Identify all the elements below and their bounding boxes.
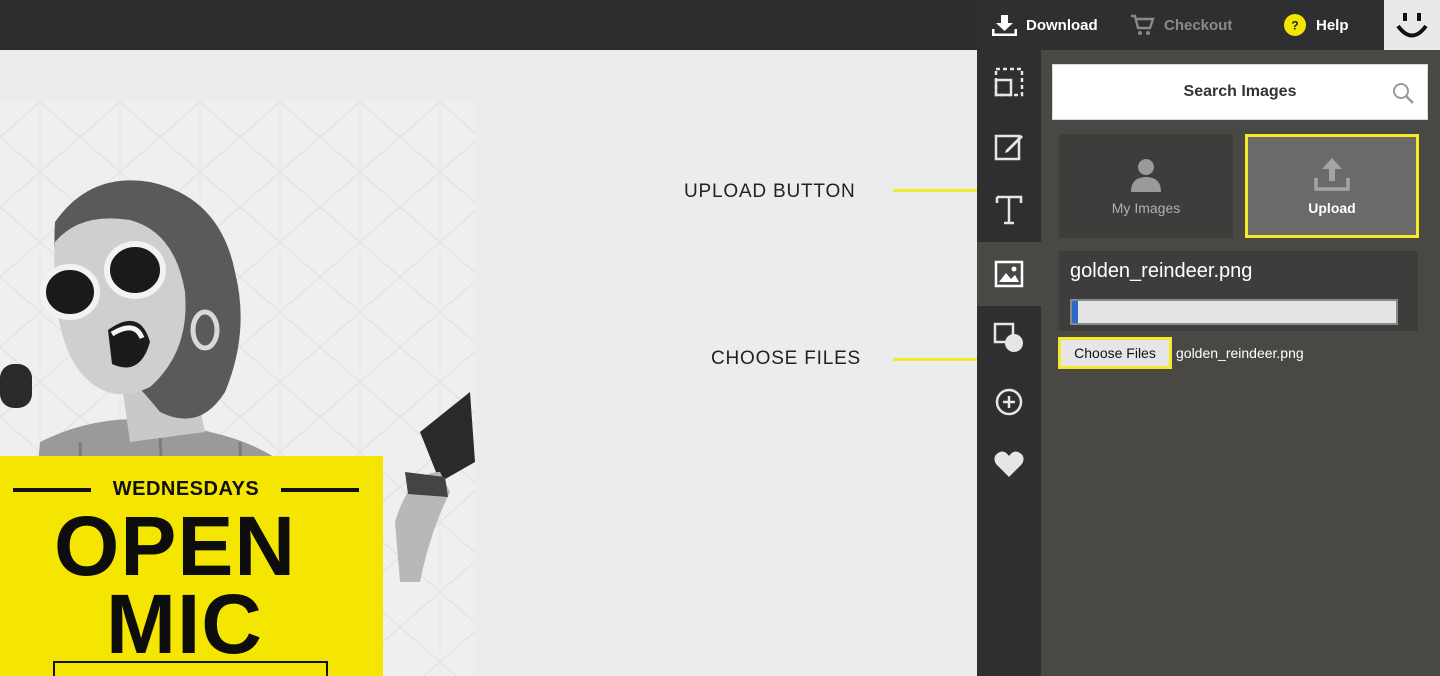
upload-progress-fill <box>1072 301 1079 323</box>
poster-title-line2: MIC <box>106 577 263 671</box>
help-label: Help <box>1316 16 1349 34</box>
edit-icon <box>994 134 1023 161</box>
search-images-input[interactable]: Search Images <box>1052 64 1428 120</box>
upload-icon <box>1314 158 1350 191</box>
cart-icon <box>1131 14 1155 35</box>
poster-footer-box: REGISTRATION FROM 6PM <box>53 661 328 676</box>
poster-rule-left <box>12 487 91 492</box>
tool-edit[interactable] <box>977 114 1041 178</box>
checkout-label: Checkout <box>1164 16 1233 34</box>
shapes-icon <box>993 322 1023 352</box>
smiley-icon <box>1396 13 1428 38</box>
my-images-tab[interactable]: My Images <box>1059 134 1233 238</box>
svg-text:?: ? <box>1291 19 1298 33</box>
account-avatar[interactable] <box>1384 0 1440 50</box>
poster-subheading-text: WEDNESDAYS <box>112 478 260 500</box>
annotation-choose-files: CHOOSE FILES <box>711 348 862 369</box>
upload-progress-bar <box>1070 299 1398 325</box>
tool-resize[interactable] <box>977 50 1041 114</box>
upload-label: Upload <box>1308 200 1356 216</box>
uploading-filename: golden_reindeer.png <box>1070 260 1253 282</box>
resize-icon <box>994 67 1024 97</box>
tool-shapes[interactable] <box>977 306 1041 370</box>
search-placeholder: Search Images <box>1183 83 1297 100</box>
upload-button[interactable]: Upload <box>1245 134 1419 238</box>
tool-favorites[interactable] <box>977 432 1041 496</box>
user-icon <box>1131 159 1161 192</box>
poster-title-line1: OPEN <box>54 499 297 593</box>
checkout-button[interactable]: Checkout <box>1130 0 1232 50</box>
chosen-file-name: golden_reindeer.png <box>1176 345 1304 361</box>
tool-text[interactable] <box>977 178 1041 242</box>
search-icon[interactable] <box>1391 81 1415 105</box>
download-label: Download <box>1026 16 1098 34</box>
my-images-label: My Images <box>1111 200 1181 216</box>
poster-subheading: WEDNESDAYS <box>0 478 372 501</box>
app-root: Download Checkout ? Help WEDNESDAYS OPEN… <box>0 0 1440 676</box>
text-icon <box>995 195 1023 225</box>
tool-images[interactable] <box>977 242 1041 306</box>
help-button[interactable]: ? Help <box>1283 0 1349 50</box>
choose-files-button[interactable]: Choose Files <box>1058 337 1172 369</box>
annotation-upload-button: UPLOAD BUTTON <box>684 181 856 202</box>
download-icon <box>992 15 1017 36</box>
tool-add[interactable] <box>977 370 1041 434</box>
image-icon <box>994 260 1024 288</box>
download-button[interactable]: Download <box>992 0 1098 50</box>
favorites-icon <box>994 451 1024 477</box>
poster-rule-right <box>281 487 360 492</box>
help-icon: ? <box>1284 14 1306 36</box>
add-icon <box>995 388 1023 416</box>
